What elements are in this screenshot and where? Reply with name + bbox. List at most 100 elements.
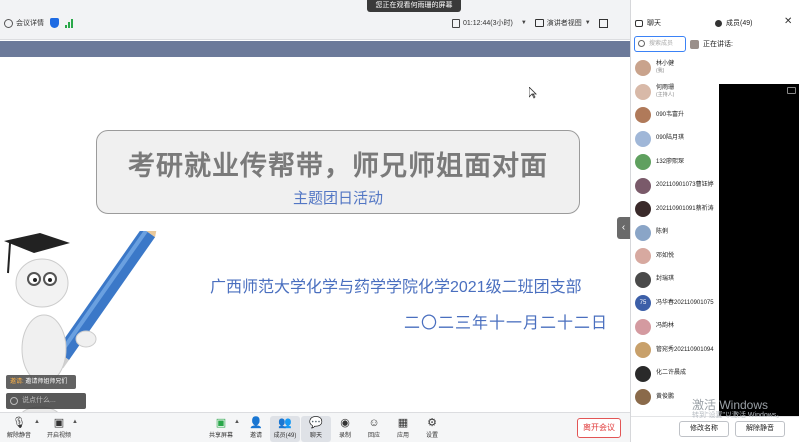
unmute-button[interactable]: 🎙 解除静音 [4,416,34,442]
share-screen-button[interactable]: ▣ 共享屏幕 [206,416,236,442]
member-name: 黄俊鹏 [656,393,675,400]
avatar [635,248,651,264]
screen-share-banner: 您正在观看何雨珊的屏幕 [367,0,461,12]
avatar [635,342,651,358]
slide-title: 考研就业传帮带，师兄师姐面对面 [128,151,548,181]
member-name: 202110901091蔡祈涛 [656,205,714,212]
tab-chat-label: 聊天 [647,20,661,27]
video-button[interactable]: ▣ 开启视频 [44,416,74,442]
member-row[interactable]: 陈俐 [635,223,721,243]
chevron-down-icon[interactable]: ▼ [521,20,527,26]
invite-notification[interactable]: 邀请: 邀请师姐师兄们 [6,375,76,389]
speaking-indicator: 正在讲话: [690,39,733,49]
member-search-input[interactable]: 搜索成员 [634,36,686,52]
record-button[interactable]: ◉ 录制 [330,416,360,442]
mouse-cursor-icon [529,87,537,99]
member-name: 132廖熙琛 [656,158,685,165]
invite-tag: 邀请: [10,379,24,385]
record-icon: ◉ [340,417,350,429]
member-row[interactable]: 202110901073曹钰婷 [635,176,721,196]
member-name: 冯华春202110901075 [656,299,714,306]
settings-button[interactable]: ⚙ 设置 [417,416,447,442]
chat-label: 聊天 [309,433,322,439]
settings-label: 设置 [425,433,438,439]
chevron-up-icon[interactable]: ▲ [234,419,240,425]
screen-icon[interactable] [787,87,796,94]
close-icon[interactable]: ✕ [784,16,792,27]
activation-watermark-subtitle: 转到"设置"以激活 Windows。 [692,412,784,419]
invite-text: 邀请师姐师兄们 [25,379,68,385]
speaking-label: 正在讲话: [703,41,733,48]
share-screen-label: 共享屏幕 [208,433,233,439]
avatar [635,107,651,123]
members-label: 成员(49) [273,433,297,439]
reactions-label: 回应 [367,433,380,439]
top-right-group: 01:12:44(3小时) ▼ 演讲者视图 ▼ [452,16,608,30]
add-user-icon: 👤 [249,417,263,429]
apps-button[interactable]: ▦ 应用 [388,416,418,442]
camera-off-icon: ▣ [53,417,65,429]
member-name: 陈俐 [656,229,669,235]
quick-chat-input[interactable]: 说点什么... [6,393,86,409]
invite-label: 邀请 [249,433,262,439]
tab-chat[interactable]: 聊天 [631,18,711,28]
chat-button[interactable]: 💬 聊天 [301,416,331,442]
rename-button[interactable]: 修改名称 [679,421,729,437]
shield-icon[interactable] [50,18,59,28]
tab-members[interactable]: 成员(49) [711,18,756,28]
bottom-toolbar: 🎙 解除静音 ▲ ▣ 开启视频 ▲ ▣ 共享屏幕 ▲ 👤 邀请 👥 成员(49)… [0,412,630,442]
member-row[interactable]: 132廖熙琛 [635,152,721,172]
leave-meeting-button[interactable]: 离开会议 [577,418,621,438]
member-row[interactable]: 090陆月琪 [635,129,721,149]
apps-label: 应用 [396,433,409,439]
member-row[interactable]: 林小健 (我) [635,58,721,78]
meeting-info-button[interactable]: 会议详情 [4,18,44,28]
info-icon [4,18,13,28]
chevron-down-icon: ▼ [584,20,591,26]
member-row[interactable]: 冯韵林 [635,317,721,337]
apps-icon: ▦ [397,417,409,429]
signal-icon[interactable] [65,18,73,28]
member-row[interactable]: 化二许晨成 [635,364,721,384]
search-icon [638,40,645,47]
gear-icon: ⚙ [427,417,437,429]
member-list: 林小健 (我) 何雨珊 (主持人) 090韦富升 090陆月琪 132廖熙琛 20211090… [631,54,799,422]
member-row[interactable]: 管宛秀202110901094 [635,340,721,360]
smile-icon: ☺ [368,417,380,429]
chat-bubble-icon [10,397,18,405]
avatar [635,271,651,288]
avatar [635,201,651,217]
timer-label: 01:12:44(3小时) [463,20,513,27]
share-screen-icon: ▣ [215,417,227,429]
member-row[interactable]: 202110901091蔡祈涛 [635,199,721,219]
avatar: 75 [635,295,651,311]
chevron-up-icon[interactable]: ▲ [34,419,40,425]
quick-chat-placeholder: 说点什么... [22,397,56,404]
member-row[interactable]: 邓如悦 [635,246,721,266]
member-row[interactable]: 75 冯华春202110901075 [635,293,721,313]
slide-organization: 广西师范大学化学与药学学院化学2021级二班团支部 [210,279,582,296]
member-role: (我) [656,68,665,74]
member-name: 202110901073曹钰婷 [656,182,714,188]
avatar [635,154,651,170]
timer-display[interactable]: 01:12:44(3小时) [452,18,513,28]
member-row[interactable]: 090韦富升 [635,105,721,125]
chevron-up-icon[interactable]: ▲ [72,419,78,425]
member-row[interactable]: 何雨珊 (主持人) [635,82,721,102]
top-left-group: 会议详情 [4,16,73,30]
collapse-panel-button[interactable]: ‹ [617,217,630,239]
fullscreen-icon[interactable] [598,18,608,28]
unmute-label: 解除静音 [6,433,31,439]
member-name: 090韦富升 [656,111,685,118]
view-mode-button[interactable]: 演讲者视图 ▼ [534,18,591,28]
speaker-video-area [719,84,799,422]
member-row[interactable]: 封瑞琪 [635,270,721,290]
reactions-button[interactable]: ☺ 回应 [359,416,389,442]
invite-button[interactable]: 👤 邀请 [241,416,271,442]
record-label: 录制 [338,433,351,439]
unmute-all-button[interactable]: 解除静音 [735,421,785,437]
members-button[interactable]: 👥 成员(49) [270,416,300,442]
member-name: 何雨珊 [656,84,675,91]
panel-tabs: 聊天 成员(49) [631,12,799,34]
member-name: 化二许晨成 [656,370,687,376]
